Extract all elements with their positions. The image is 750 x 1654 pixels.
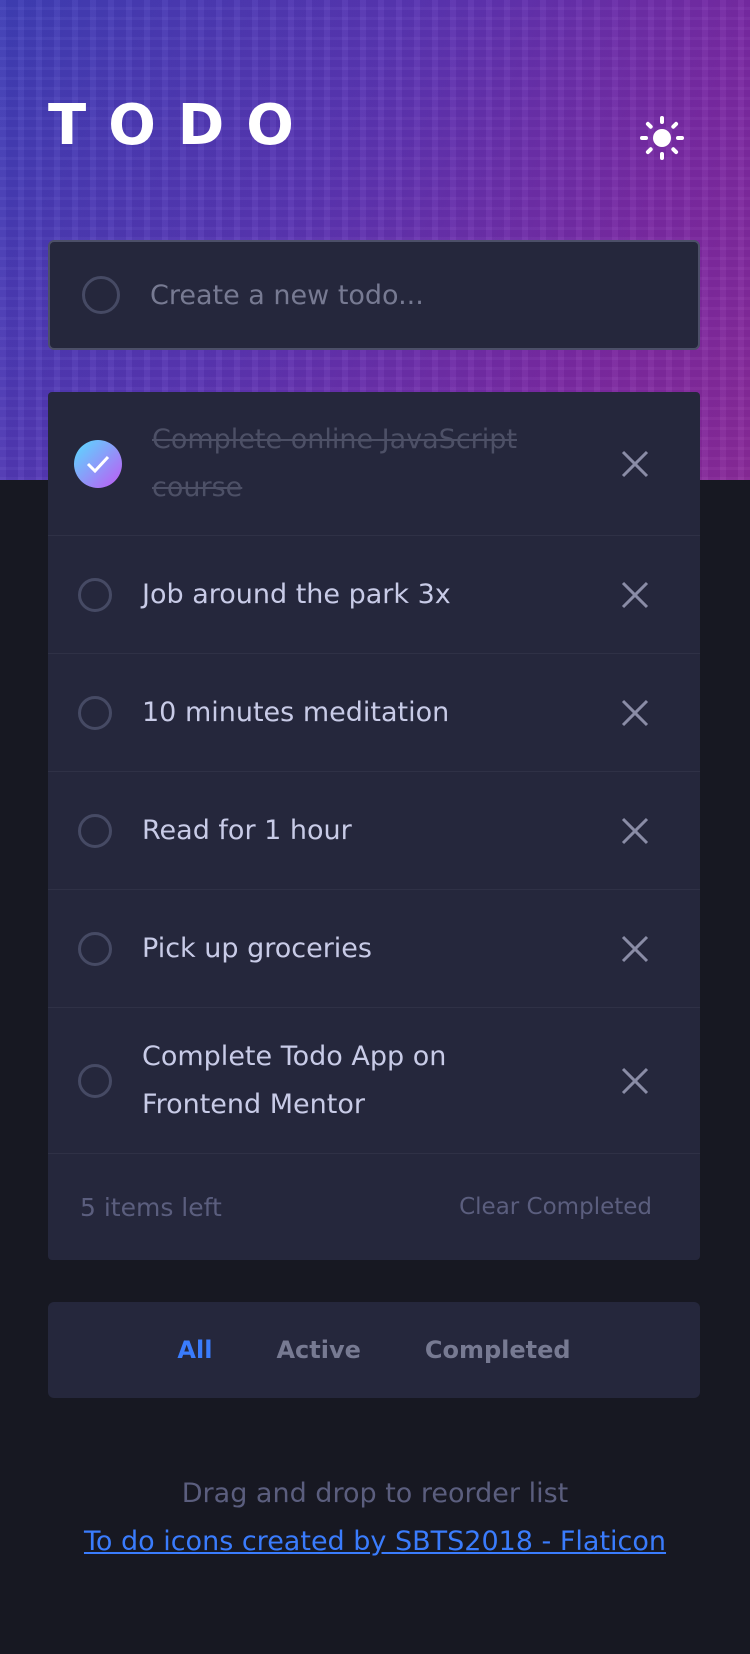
check-icon (86, 455, 110, 473)
credit-link[interactable]: To do icons created by SBTS2018 - Flatic… (84, 1526, 666, 1557)
todo-item[interactable]: 10 minutes meditation (48, 654, 700, 772)
todo-checkbox[interactable] (78, 1063, 112, 1098)
reorder-hint: Drag and drop to reorder list (181, 1478, 569, 1509)
todo-item[interactable]: Complete Todo App on Frontend Mentor (48, 1008, 700, 1154)
todo-checkbox[interactable] (78, 695, 112, 730)
new-todo-bar (48, 240, 700, 350)
app-title: TODO (48, 93, 316, 158)
todo-item[interactable]: Job around the park 3x (48, 536, 700, 654)
todo-checkbox[interactable] (78, 577, 112, 612)
todo-text: Complete online JavaScript course (152, 423, 517, 503)
new-todo-input[interactable] (148, 264, 672, 326)
filter-completed[interactable]: Completed (425, 1336, 571, 1364)
todo-checkbox[interactable] (78, 813, 112, 848)
close-icon (621, 581, 649, 608)
delete-todo-button[interactable] (620, 580, 650, 610)
filter-active[interactable]: Active (276, 1336, 360, 1364)
close-icon (621, 699, 649, 726)
close-icon (621, 935, 649, 962)
todo-checkbox[interactable] (78, 931, 112, 966)
list-footer: 5 items left Clear Completed (48, 1154, 700, 1260)
todo-text: Complete Todo App on Frontend Mentor (142, 1040, 447, 1120)
todo-text: Pick up groceries (142, 932, 372, 964)
delete-todo-button[interactable] (620, 698, 650, 728)
todo-text: 10 minutes meditation (142, 696, 450, 728)
items-left-count: 5 items left (80, 1192, 222, 1222)
filter-all[interactable]: All (177, 1336, 212, 1364)
todo-text: Read for 1 hour (142, 814, 352, 846)
close-icon (621, 450, 649, 477)
todo-list: Complete online JavaScript course Job ar… (48, 392, 700, 1260)
delete-todo-button[interactable] (620, 816, 650, 846)
theme-toggle-button[interactable] (636, 112, 688, 164)
sun-icon (640, 116, 684, 160)
todo-item[interactable]: Pick up groceries (48, 890, 700, 1008)
todo-checkbox-checked[interactable] (74, 439, 122, 488)
close-icon (621, 817, 649, 844)
delete-todo-button[interactable] (620, 449, 650, 479)
todo-text: Job around the park 3x (142, 578, 451, 610)
new-todo-circle (82, 276, 120, 314)
delete-todo-button[interactable] (620, 934, 650, 964)
credit-line: To do icons created by SBTS2018 - Flatic… (0, 1526, 750, 1557)
clear-completed-button[interactable]: Clear Completed (459, 1194, 652, 1220)
todo-item[interactable]: Read for 1 hour (48, 772, 700, 890)
delete-todo-button[interactable] (620, 1066, 650, 1096)
filter-bar: All Active Completed (48, 1302, 700, 1398)
todo-item[interactable]: Complete online JavaScript course (48, 392, 700, 536)
close-icon (621, 1067, 649, 1094)
